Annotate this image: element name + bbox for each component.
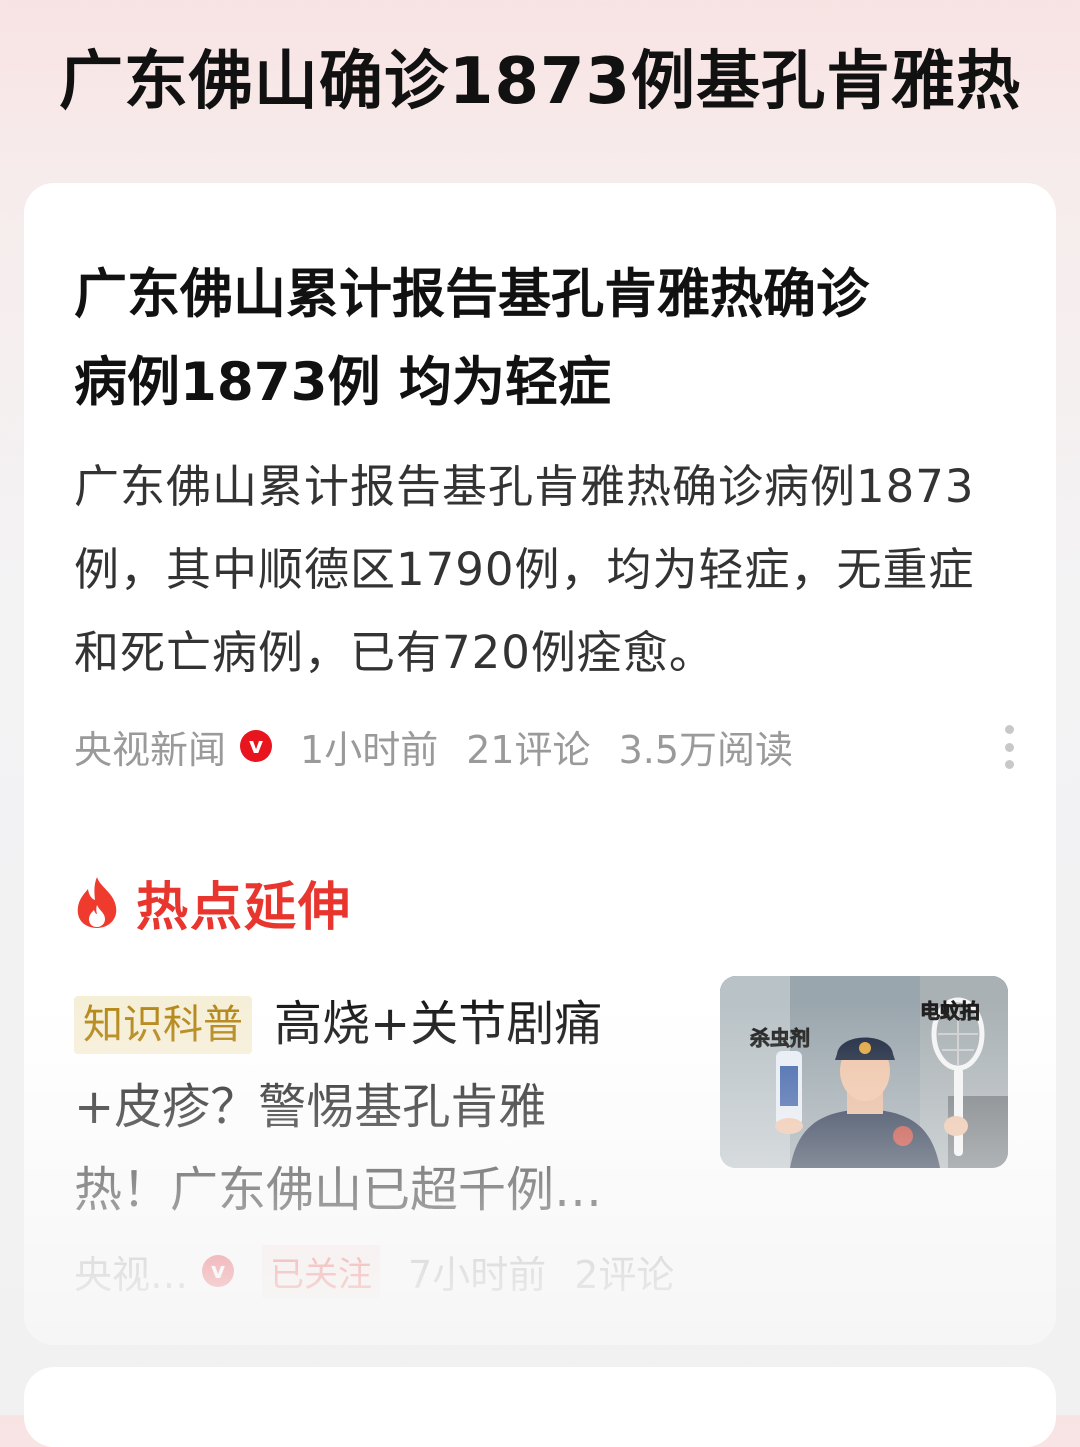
related-title-line-2: +皮疹？警惕基孔肯雅 [74, 1079, 547, 1135]
read-count: 3.5万阅读 [618, 727, 793, 772]
headline-line-1: 广东佛山累计报告基孔肯雅热确诊 [74, 264, 869, 325]
flame-icon [77, 877, 117, 928]
related-meta: 央视… v 已关注 7小时前 2评论 [74, 1241, 674, 1301]
category-tag: 知识科普 [74, 996, 252, 1054]
follow-status-badge[interactable]: 已关注 [262, 1244, 381, 1298]
article-card[interactable]: 广东佛山累计报告基孔肯雅热确诊 病例1873例 均为轻症 广东佛山累计报告基孔肯… [24, 183, 1056, 1345]
related-title-line-1: 高烧+关节剧痛 [274, 996, 603, 1052]
hot-section-header: 热点延伸 [74, 867, 353, 938]
thumb-label-right: 电蚊拍 [920, 999, 980, 1023]
article-meta: 央视新闻 v 1小时前 21评论 3.5万阅读 [74, 716, 821, 776]
related-comment-count[interactable]: 2评论 [574, 1244, 674, 1299]
headline-line-2: 病例1873例 均为轻症 [74, 352, 611, 413]
comment-count[interactable]: 21评论 [466, 719, 590, 774]
article-summary: 广东佛山累计报告基孔肯雅热确诊病例1873例，其中顺德区1790例，均为轻症，无… [74, 460, 975, 679]
related-verified-badge-icon: v [202, 1255, 235, 1287]
article-headline[interactable]: 广东佛山累计报告基孔肯雅热确诊 病例1873例 均为轻症 [74, 251, 1014, 427]
related-article-title[interactable]: 知识科普 高烧+关节剧痛 +皮疹？警惕基孔肯雅 热！广东佛山已超千例… [74, 983, 694, 1232]
more-options-icon[interactable] [1002, 725, 1016, 769]
source-name[interactable]: 央视新闻 [74, 719, 226, 774]
next-card[interactable] [24, 1367, 1056, 1447]
related-source-name[interactable]: 央视… [74, 1244, 188, 1299]
related-publish-time: 7小时前 [408, 1252, 547, 1297]
publish-time: 1小时前 [300, 727, 439, 772]
page-title: 广东佛山确诊1873例基孔肯雅热 [58, 45, 1022, 119]
verified-badge-icon: v [240, 730, 273, 762]
hot-section-title: 热点延伸 [136, 877, 353, 938]
related-title-line-3: 热！广东佛山已超千例… [74, 1162, 603, 1218]
thumb-label-left: 杀虫剂 [750, 1026, 810, 1050]
related-thumbnail[interactable]: 杀虫剂 电蚊拍 [720, 976, 1008, 1168]
